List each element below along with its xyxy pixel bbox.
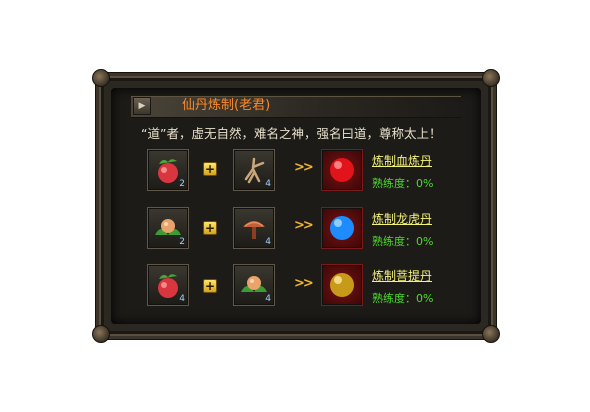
- title-bar: [131, 96, 461, 118]
- blue-orb-icon: [330, 216, 354, 240]
- item-quantity: 4: [265, 294, 271, 304]
- plus-icon: +: [203, 162, 217, 176]
- double-arrow-icon: >>: [294, 276, 314, 291]
- item-quantity: 4: [265, 237, 271, 247]
- item-quantity: 4: [179, 294, 185, 304]
- corner-ornament-icon: [482, 69, 500, 87]
- item-quantity: 2: [179, 179, 185, 189]
- panel-title: 仙丹炼制(老君): [182, 98, 271, 113]
- ingredient-slot-2[interactable]: 4: [233, 207, 275, 249]
- craft-link[interactable]: 炼制血炼丹: [372, 152, 432, 169]
- corner-ornament-icon: [482, 325, 500, 343]
- craft-link[interactable]: 炼制菩提丹: [372, 267, 432, 284]
- item-quantity: 2: [179, 237, 185, 247]
- panel-quote: “道”者，虚无自然，难名之神，强名曰道，尊称太上！: [141, 126, 442, 141]
- corner-ornament-icon: [92, 69, 110, 87]
- corner-ornament-icon: [92, 325, 110, 343]
- result-slot[interactable]: [321, 149, 363, 191]
- proficiency-text: 熟练度：0%: [372, 235, 434, 248]
- result-slot[interactable]: [321, 264, 363, 306]
- ingredient-slot-1[interactable]: 2: [147, 207, 189, 249]
- ingredient-slot-1[interactable]: 4: [147, 264, 189, 306]
- proficiency-text: 熟练度：0%: [372, 177, 434, 190]
- play-arrow-icon: ▶: [138, 101, 146, 111]
- item-quantity: 4: [265, 179, 271, 189]
- ingredient-slot-2[interactable]: 4: [233, 264, 275, 306]
- red-orb-icon: [330, 158, 354, 182]
- ingredient-slot-1[interactable]: 2: [147, 149, 189, 191]
- result-slot[interactable]: [321, 207, 363, 249]
- craft-link[interactable]: 炼制龙虎丹: [372, 210, 432, 227]
- ingredient-slot-2[interactable]: 4: [233, 149, 275, 191]
- expand-button[interactable]: ▶: [133, 97, 151, 115]
- proficiency-text: 熟练度：0%: [372, 292, 434, 305]
- gold-orb-icon: [330, 273, 354, 297]
- plus-icon: +: [203, 279, 217, 293]
- double-arrow-icon: >>: [294, 160, 314, 175]
- plus-icon: +: [203, 221, 217, 235]
- double-arrow-icon: >>: [294, 218, 314, 233]
